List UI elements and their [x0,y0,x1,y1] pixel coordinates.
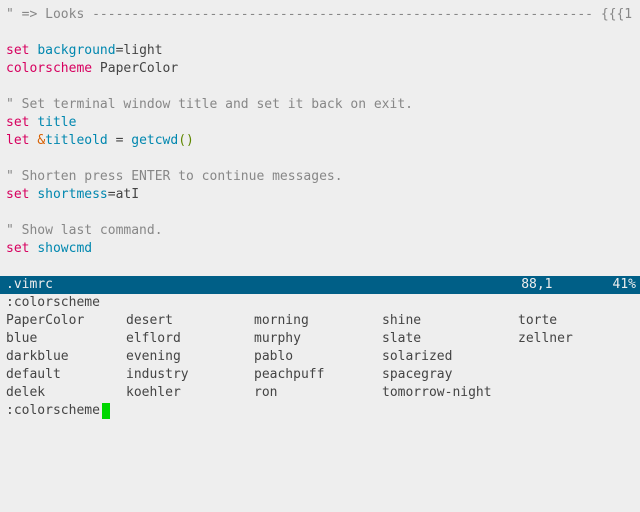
completion-item[interactable]: morning [254,312,382,330]
code-line [6,24,634,42]
editor-pane[interactable]: " => Looks -----------------------------… [0,0,640,276]
completion-item[interactable]: darkblue [6,348,126,366]
completion-header: :colorscheme [6,294,634,312]
completion-item[interactable]: murphy [254,330,382,348]
code-line: set title [6,114,634,132]
code-line: set background=light [6,42,634,60]
completion-item[interactable]: ron [254,384,382,402]
completion-item [518,384,634,402]
code-line: let &titleold = getcwd() [6,132,634,150]
completion-item[interactable]: evening [126,348,254,366]
completion-item[interactable]: delek [6,384,126,402]
code-line [6,150,634,168]
completion-item[interactable]: slate [382,330,518,348]
completion-item[interactable]: PaperColor [6,312,126,330]
completion-item[interactable]: blue [6,330,126,348]
completion-item[interactable]: spacegray [382,366,518,384]
completion-item[interactable]: tomorrow-night [382,384,518,402]
code-line: colorscheme PaperColor [6,60,634,78]
code-line: set shortmess=atI [6,186,634,204]
code-line [6,258,634,276]
completion-item[interactable]: industry [126,366,254,384]
code-line: set showcmd [6,240,634,258]
completion-grid[interactable]: PaperColordesertmorningshinetorte blueelf… [6,312,634,402]
completion-item[interactable]: default [6,366,126,384]
completion-item[interactable]: zellner [518,330,634,348]
code-line: " => Looks -----------------------------… [6,6,634,24]
cursor [102,403,110,419]
command-line[interactable]: :colorscheme [0,402,640,420]
completion-item[interactable]: shine [382,312,518,330]
code-line [6,204,634,222]
code-line: " Shorten press ENTER to continue messag… [6,168,634,186]
status-percent: 41% [613,276,636,294]
completion-item[interactable]: elflord [126,330,254,348]
completion-item[interactable]: peachpuff [254,366,382,384]
status-position: 88,1 [521,276,612,294]
completion-item[interactable]: koehler [126,384,254,402]
status-bar: .vimrc 88,1 41% [0,276,640,294]
completion-item[interactable]: desert [126,312,254,330]
command-line-text: :colorscheme [6,402,100,420]
completion-item[interactable]: pablo [254,348,382,366]
status-filename: .vimrc [6,276,53,294]
completion-item[interactable]: solarized [382,348,518,366]
code-line: " Set terminal window title and set it b… [6,96,634,114]
completion-popup: :colorscheme PaperColordesertmorningshin… [0,294,640,402]
completion-item [518,348,634,366]
completion-item [518,366,634,384]
code-line: " Show last command. [6,222,634,240]
completion-item[interactable]: torte [518,312,634,330]
code-line [6,78,634,96]
